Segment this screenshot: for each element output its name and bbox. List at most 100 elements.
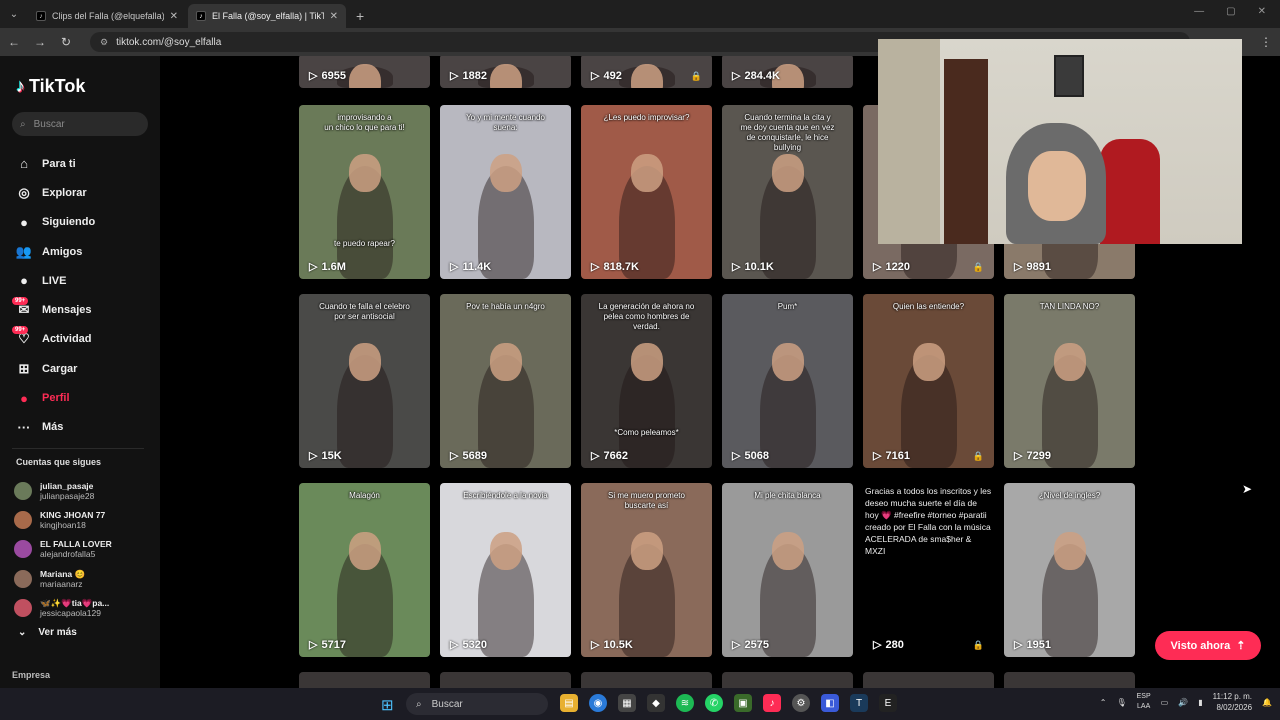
volume-icon[interactable]: 🔊 (1178, 698, 1188, 707)
close-tab-icon[interactable]: ✕ (330, 11, 338, 22)
nav-item-para-ti[interactable]: ⌂ Para ti (16, 149, 156, 178)
video-thumbnail-face (772, 531, 804, 570)
view-count-value: 10.5K (603, 638, 633, 651)
video-card[interactable]: Gracias a todos los inscritos y les dese… (863, 483, 994, 657)
view-count: ▷ 5068 (732, 449, 769, 463)
more-icon: ··· (17, 419, 31, 435)
settings-icon[interactable]: ⚙ (792, 694, 810, 712)
view-count-value: 9891 (1026, 260, 1051, 273)
compass-icon: ◎ (18, 184, 30, 200)
video-card[interactable]: Escribiéndole a la novia ▷ 5320 (440, 483, 571, 657)
video-card[interactable]: ▷ 6955 (299, 56, 430, 88)
video-thumbnail-face (1054, 342, 1086, 381)
video-card[interactable] (722, 672, 853, 688)
nav-item-label: Mensajes (42, 304, 92, 317)
nav-item-siguiendo[interactable]: ● Siguiendo (16, 208, 156, 237)
video-card[interactable] (299, 672, 430, 688)
clock[interactable]: 11:12 p. m. 8/02/2026 (1213, 691, 1252, 713)
browser-tab-active[interactable]: ♪ El Falla (@soy_elfalla) | TikTok ✕ (188, 4, 346, 28)
video-card[interactable] (440, 672, 571, 688)
whatsapp-icon[interactable]: ✆ (705, 694, 723, 712)
reload-icon[interactable]: ↻ (60, 35, 72, 49)
footer-company-link[interactable]: Empresa (12, 670, 50, 680)
close-tab-icon[interactable]: ✕ (170, 11, 178, 22)
close-window-icon[interactable]: ✕ (1258, 6, 1266, 17)
video-card[interactable]: Yo y mi mente cuando suena: ▷ 11.4K (440, 105, 571, 279)
video-card[interactable]: Mi ple chita blanca ▷ 2575 (722, 483, 853, 657)
nav-item-cargar[interactable]: ⊞ Cargar (16, 354, 156, 383)
video-card[interactable]: Cuando termina la cita y me doy cuenta q… (722, 105, 853, 279)
video-card[interactable]: Cuando te falla el celebro por ser antis… (299, 294, 430, 468)
following-account[interactable]: Mariana 😊 mariaanarz (14, 564, 154, 593)
video-card[interactable]: Pov te había un n4gro ▷ 5689 (440, 294, 571, 468)
video-card[interactable]: ¿Les puedo improvisar? ▷ 818.7K (581, 105, 712, 279)
back-icon[interactable]: ← (8, 35, 20, 49)
app-blue-icon[interactable]: ◧ (821, 694, 839, 712)
site-info-icon[interactable]: ⚙ (100, 37, 108, 48)
nav-item-mensajes[interactable]: ✉ 99+ Mensajes (12, 295, 156, 324)
nav-item-amigos[interactable]: 👥 Amigos (16, 237, 156, 266)
activity-icon: ♡ 99+ (12, 326, 32, 347)
network-icon[interactable]: ▭ (1161, 698, 1169, 707)
app-icon[interactable]: ▦ (618, 694, 636, 712)
view-count: ▷ 2575 (732, 638, 769, 652)
nav-item-perfil[interactable]: ● Perfil (16, 383, 156, 412)
maximize-icon[interactable]: ▢ (1226, 6, 1235, 17)
video-card[interactable]: La generación de ahora no pelea como hom… (581, 294, 712, 468)
seen-now-button[interactable]: Visto ahora ⇡ (1155, 631, 1261, 660)
new-tab-button[interactable]: + (348, 4, 372, 28)
minecraft-icon[interactable]: ▣ (734, 694, 752, 712)
spotify-icon[interactable]: ≋ (676, 694, 694, 712)
video-card[interactable] (863, 672, 994, 688)
video-card[interactable] (581, 672, 712, 688)
notifications-icon[interactable]: 🔔 (1262, 698, 1272, 707)
forward-icon[interactable]: → (34, 35, 46, 49)
game-app-icon[interactable]: ◆ (647, 694, 665, 712)
see-more-button[interactable]: ⌄ Ver más (18, 627, 77, 638)
windows-start-icon[interactable]: ⊞ (381, 696, 394, 714)
file-explorer-icon[interactable]: ▤ (560, 694, 578, 712)
tiktok-app-icon[interactable]: ♪ (763, 694, 781, 712)
video-card[interactable]: Malagón ▷ 5717 (299, 483, 430, 657)
search-input[interactable]: ⌕ Buscar (12, 112, 148, 136)
nav-item-más[interactable]: ··· Más (16, 413, 156, 442)
nav-item-actividad[interactable]: ♡ 99+ Actividad (12, 325, 156, 354)
window-controls: — ▢ ✕ (1180, 0, 1280, 23)
video-card[interactable]: TAN LINDA NO? ▷ 7299 (1004, 294, 1135, 468)
browser-tab[interactable]: ♪ Clips del Falla (@elquefalla) | Ti ✕ (28, 4, 186, 28)
battery-icon[interactable]: ▮ (1198, 698, 1202, 707)
following-account[interactable]: KING JHOAN 77 kingjhoan18 (14, 505, 154, 534)
following-account[interactable]: 🦋✨💗tia💗pa... jessicapaola129 (14, 593, 154, 622)
url-text: tiktok.com/@soy_elfalla (116, 36, 222, 48)
following-account[interactable]: julian_pasaje julianpasaje28 (14, 476, 154, 505)
video-card[interactable]: Quien las entiende? ▷ 7161 🔒 (863, 294, 994, 468)
video-thumbnail-face (631, 342, 663, 381)
view-count-value: 11.4K (462, 260, 492, 273)
play-icon: ▷ (591, 450, 600, 462)
nav-item-explorar[interactable]: ◎ Explorar (16, 178, 156, 207)
nav-item-live[interactable]: ● LIVE (16, 266, 156, 295)
video-card[interactable]: ▷ 492 🔒 (581, 56, 712, 88)
tiktok-logo[interactable]: ♪ TikTok (16, 76, 85, 97)
play-icon: ▷ (1014, 261, 1023, 273)
tf-app-icon[interactable]: T (850, 694, 868, 712)
chrome-icon[interactable]: ◉ (589, 694, 607, 712)
microphone-icon[interactable]: 🎙 (1116, 698, 1126, 707)
video-card[interactable]: improvisando a un chico lo que para ti! t… (299, 105, 430, 279)
chevron-up-icon[interactable]: ⌃ (1100, 698, 1107, 707)
video-card[interactable]: ¿Nivel de ingles? ▷ 1951 (1004, 483, 1135, 657)
video-card[interactable]: Si me muero prometo buscarte así ▷ 10.5K (581, 483, 712, 657)
messages-icon: ✉ 99+ (12, 297, 32, 318)
video-card[interactable]: ▷ 1882 (440, 56, 571, 88)
video-card[interactable]: ▷ 284.4K (722, 56, 853, 88)
video-card[interactable]: Pum* ▷ 5068 (722, 294, 853, 468)
tab-search-icon[interactable]: ⌄ (0, 0, 28, 28)
video-caption: La generación de ahora no pelea como hom… (598, 302, 695, 331)
video-card[interactable] (1004, 672, 1135, 688)
language-indicator[interactable]: ESP LAA (1137, 692, 1151, 712)
minimize-icon[interactable]: — (1194, 6, 1204, 17)
following-account[interactable]: EL FALLA LOVER alejandrofalla5 (14, 535, 154, 564)
browser-menu-icon[interactable]: ⋮ (1260, 35, 1272, 49)
epic-games-icon[interactable]: E (879, 694, 897, 712)
taskbar-search-input[interactable]: ⌕ Buscar (406, 693, 548, 715)
